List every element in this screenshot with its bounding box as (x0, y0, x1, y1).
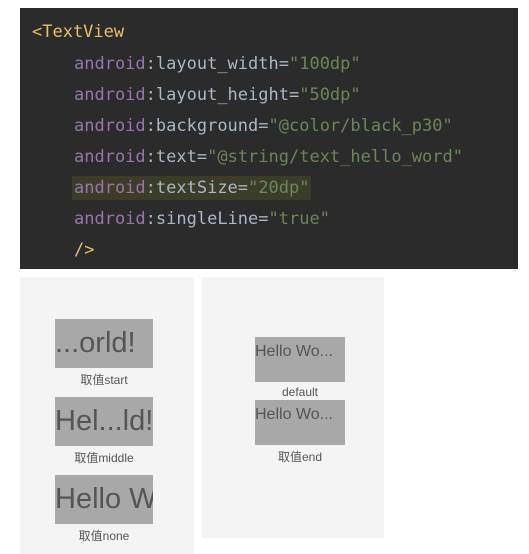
caption-end: 取值end (277, 450, 323, 464)
equals: = (258, 116, 269, 136)
code-line-text: android:text="@string/text_hello_word" (74, 145, 463, 169)
close-tag: /> (74, 240, 95, 260)
attr-value: "50dp" (299, 85, 361, 105)
attr-namespace: android (74, 116, 146, 136)
attr-name: text (155, 147, 197, 167)
colon: : (145, 209, 156, 229)
attr-namespace: android (74, 54, 146, 74)
code-line-layout-width: android:layout_width="100dp" (74, 52, 361, 76)
attr-name: textSize (155, 178, 238, 198)
attr-name: layout_width (155, 54, 279, 74)
attr-value: "@color/black_p30" (268, 116, 453, 136)
equals: = (278, 54, 289, 74)
code-line-text-size-highlighted: android:textSize="20dp" (72, 176, 312, 200)
attr-value: "true" (268, 209, 330, 229)
attr-namespace: android (74, 147, 146, 167)
attr-namespace: android (74, 209, 146, 229)
textview-ellipsize-start: ...orld! (55, 319, 153, 368)
attr-name: layout_height (155, 85, 289, 105)
caption-none: 取值none (78, 529, 130, 543)
textview-ellipsize-middle: Hel...ld! (55, 397, 153, 446)
code-line-single-line: android:singleLine="true" (74, 207, 330, 231)
code-line-open-tag: <TextView (32, 20, 124, 44)
equals: = (258, 209, 269, 229)
attr-value: "100dp" (288, 54, 361, 74)
attr-value: "20dp" (248, 178, 310, 198)
attr-namespace: android (74, 85, 146, 105)
colon: : (145, 85, 156, 105)
attr-value: "@string/text_hello_word" (207, 147, 463, 167)
code-line-layout-height: android:layout_height="50dp" (74, 83, 361, 107)
colon: : (145, 116, 156, 136)
equals: = (237, 178, 249, 198)
textview-ellipsize-end: Hello Wo... (255, 400, 345, 445)
colon: : (145, 178, 156, 198)
attr-name: singleLine (155, 209, 259, 229)
caption-default: default (281, 385, 319, 399)
code-line-background: android:background="@color/black_p30" (74, 114, 453, 138)
attr-namespace: android (74, 178, 146, 198)
textview-ellipsize-default: Hello Wo... (255, 337, 345, 382)
open-tag: <TextView (32, 22, 125, 42)
colon: : (145, 147, 156, 167)
attr-name: background (155, 116, 259, 136)
code-line-close-tag: /> (74, 238, 94, 262)
equals: = (196, 147, 208, 167)
equals: = (288, 85, 300, 105)
caption-middle: 取值middle (74, 451, 134, 465)
caption-start: 取值start (80, 373, 128, 387)
colon: : (145, 54, 156, 74)
textview-ellipsize-none: Hello W (55, 475, 153, 524)
code-editor: <TextView android:layout_width="100dp" a… (20, 8, 518, 269)
